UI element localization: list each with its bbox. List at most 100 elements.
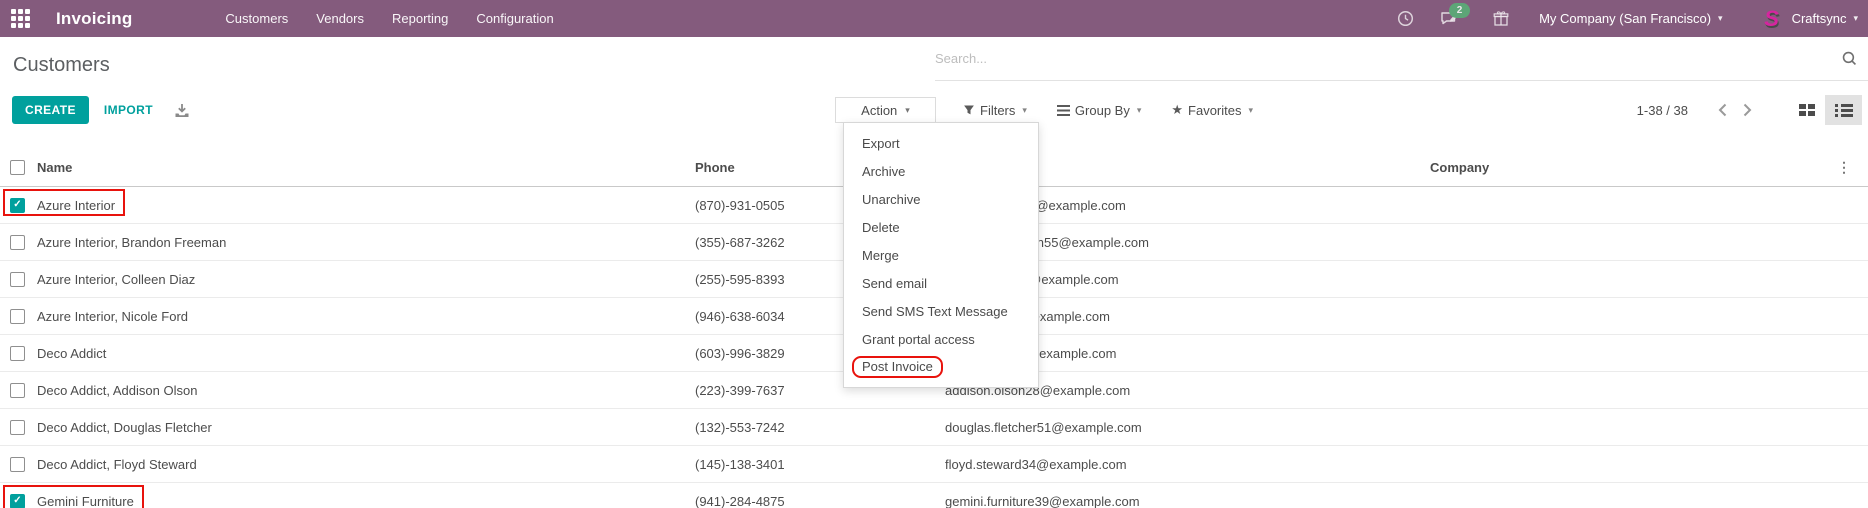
action-menu-item[interactable]: Send email [844,269,1038,297]
table-row[interactable]: Deco Addict, Floyd Steward (145)-138-3401… [0,446,1868,483]
action-menu-item-label: Delete [862,220,900,235]
customer-name: Deco Addict [37,346,106,361]
customer-name: Deco Addict, Floyd Steward [37,457,197,472]
topbar-nav: Customers Vendors Reporting Configuration [225,11,553,26]
import-button[interactable]: IMPORT [104,103,153,117]
customer-name: Azure Interior, Brandon Freeman [37,235,226,250]
action-menu-item[interactable]: Delete [844,213,1038,241]
customer-email: floyd.steward34@example.com [945,457,1430,472]
content-area: Customers CREATE IMPORT Action ▾ Filters… [0,37,1868,508]
group-by-button[interactable]: Group By ▾ [1057,103,1141,118]
row-checkbox[interactable] [10,383,25,398]
search-input[interactable] [935,51,1833,66]
column-options-icon[interactable]: ⋮ [1836,159,1868,176]
customer-name: Gemini Furniture [37,494,134,508]
row-checkbox[interactable] [10,198,25,213]
action-menu-item[interactable]: Archive [844,157,1038,185]
action-menu-item[interactable]: Export [844,129,1038,157]
column-header-name[interactable]: Name [37,160,695,175]
gift-icon[interactable] [1493,10,1509,27]
chevron-down-icon: ▾ [1853,14,1858,23]
create-button[interactable]: CREATE [12,96,89,124]
kanban-grid-icon [1799,104,1815,116]
search-bar [935,37,1868,81]
view-switcher [1788,95,1862,125]
action-menu-item[interactable]: Grant portal access [844,325,1038,353]
list-view-icon [1835,104,1853,117]
search-icon[interactable] [1841,50,1858,67]
favorites-label: Favorites [1188,103,1241,118]
topbar: Invoicing Customers Vendors Reporting Confi… [0,0,1868,37]
row-checkbox[interactable] [10,235,25,250]
table-row[interactable]: Deco Addict, Douglas Fletcher (132)-553-7… [0,409,1868,446]
topbar-nav-configuration[interactable]: Configuration [476,11,553,26]
chevron-down-icon: ▾ [1022,106,1027,115]
customer-name: Deco Addict, Douglas Fletcher [37,420,212,435]
action-menu-item-label: Send SMS Text Message [862,304,1008,319]
customer-phone: (941)-284-4875 [695,494,945,508]
table-row[interactable]: Gemini Furniture (941)-284-4875gemini.fur… [0,483,1868,508]
pager-next-icon[interactable] [1735,99,1760,121]
customer-email: douglas.fletcher51@example.com [945,420,1430,435]
action-menu-item-label: Unarchive [862,192,921,207]
group-by-icon [1057,105,1070,116]
customer-name: Azure Interior, Nicole Ford [37,309,188,324]
chevron-down-icon: ▾ [1718,14,1723,23]
customer-name: Azure Interior [37,198,115,213]
action-menu-item-label: Merge [862,248,899,263]
kanban-view-button[interactable] [1788,95,1825,125]
action-menu-item-label: Export [862,136,900,151]
column-header-company[interactable]: Company [1430,160,1836,175]
favorites-button[interactable]: ★ Favorites ▾ [1171,102,1253,118]
chevron-down-icon: ▾ [905,106,910,115]
topbar-nav-vendors[interactable]: Vendors [316,11,364,26]
action-button[interactable]: Action ▾ [835,97,936,123]
action-menu-item[interactable]: Post Invoice [844,353,1038,381]
action-menu-item-label: Archive [862,164,905,179]
row-checkbox[interactable] [10,272,25,287]
company-switcher[interactable]: My Company (San Francisco) ▾ [1539,11,1722,26]
export-download-icon[interactable] [174,103,190,118]
action-menu-item-label: Grant portal access [862,332,975,347]
topbar-nav-reporting[interactable]: Reporting [392,11,448,26]
company-switcher-label: My Company (San Francisco) [1539,11,1711,26]
row-checkbox[interactable] [10,309,25,324]
row-checkbox[interactable] [10,457,25,472]
list-buttons: CREATE IMPORT [12,96,190,124]
apps-grid-icon[interactable] [0,0,40,37]
app-title[interactable]: Invoicing [56,9,132,29]
page-title: Customers [13,54,110,77]
customer-phone: (132)-553-7242 [695,420,945,435]
customer-name: Azure Interior, Colleen Diaz [37,272,195,287]
pager: 1-38 / 38 [1637,95,1862,125]
user-menu[interactable]: S Craftsync ▾ [1759,6,1858,32]
row-checkbox[interactable] [10,346,25,361]
action-menu-item-label: Send email [862,276,927,291]
group-by-label: Group By [1075,103,1130,118]
topbar-nav-customers[interactable]: Customers [225,11,288,26]
user-name: Craftsync [1792,11,1847,26]
list-view-button[interactable] [1825,95,1862,125]
funnel-icon [963,104,975,116]
pager-range: 1-38 / 38 [1637,103,1688,118]
pager-previous-icon[interactable] [1710,99,1735,121]
row-checkbox[interactable] [10,494,25,508]
customer-email: gemini.furniture39@example.com [945,494,1430,508]
customer-name: Deco Addict, Addison Olson [37,383,197,398]
topbar-right: 2 My Company (San Francisco) ▾ S Craftsy… [1397,6,1868,32]
action-menu-item[interactable]: Send SMS Text Message [844,297,1038,325]
action-menu-item[interactable]: Unarchive [844,185,1038,213]
row-checkbox[interactable] [10,420,25,435]
filters-label: Filters [980,103,1015,118]
user-avatar: S [1759,6,1785,32]
activity-clock-icon[interactable] [1397,10,1414,27]
action-button-label: Action [861,103,897,118]
action-menu-item[interactable]: Merge [844,241,1038,269]
filters-button[interactable]: Filters ▾ [963,103,1027,118]
select-all-checkbox[interactable] [10,160,25,175]
customer-phone: (145)-138-3401 [695,457,945,472]
chevron-down-icon: ▾ [1249,106,1254,115]
messages-icon[interactable]: 2 [1440,10,1459,27]
action-menu: Export Archive Unarchive Delete Merge Send em… [843,122,1039,388]
star-icon: ★ [1171,102,1183,118]
